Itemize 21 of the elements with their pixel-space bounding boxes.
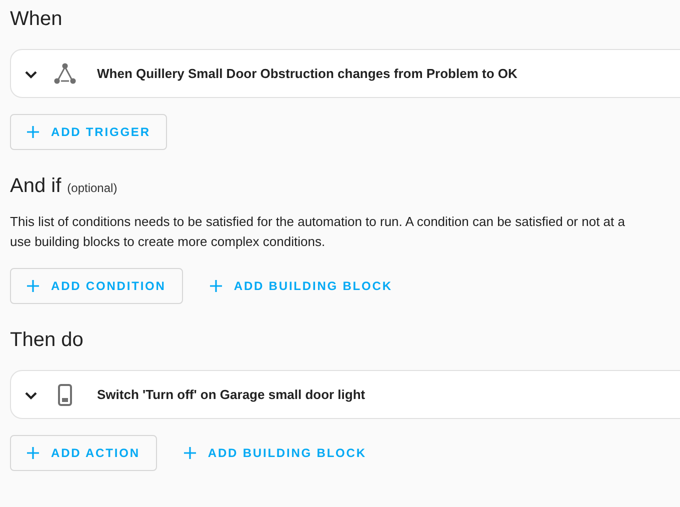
- plus-icon: [27, 447, 39, 459]
- description-text: This list of conditions needs to be satisfied for the automation to run. A condition can be satisfied or not at a: [10, 213, 626, 231]
- section-heading: When: [10, 7, 62, 31]
- section-heading: And if: [10, 174, 62, 198]
- row-title: Switch 'Turn off' on Garage small door light: [97, 387, 366, 402]
- automation-row[interactable]: Switch 'Turn off' on Garage small door light: [10, 370, 680, 419]
- add-button[interactable]: ADD BUILDING BLOCK: [166, 435, 384, 471]
- row-title: When Quillery Small Door Obstruction changes from Problem to OK: [97, 66, 518, 81]
- add-button[interactable]: ADD CONDITION: [10, 268, 183, 304]
- plus-icon: [27, 126, 39, 138]
- add-button[interactable]: ADD ACTION: [10, 435, 157, 471]
- nodes-icon: [53, 62, 77, 86]
- optional-note: (optional): [67, 181, 118, 195]
- plus-icon: [210, 280, 222, 292]
- plus-icon: [27, 280, 39, 292]
- plus-icon: [184, 447, 196, 459]
- add-button[interactable]: ADD BUILDING BLOCK: [192, 268, 410, 304]
- section-heading: Then do: [10, 328, 84, 352]
- description-text: use building blocks to create more complex conditions.: [10, 233, 326, 251]
- add-button[interactable]: ADD TRIGGER: [10, 114, 168, 150]
- automation-row[interactable]: When Quillery Small Door Obstruction changes from Problem to OK: [10, 49, 680, 98]
